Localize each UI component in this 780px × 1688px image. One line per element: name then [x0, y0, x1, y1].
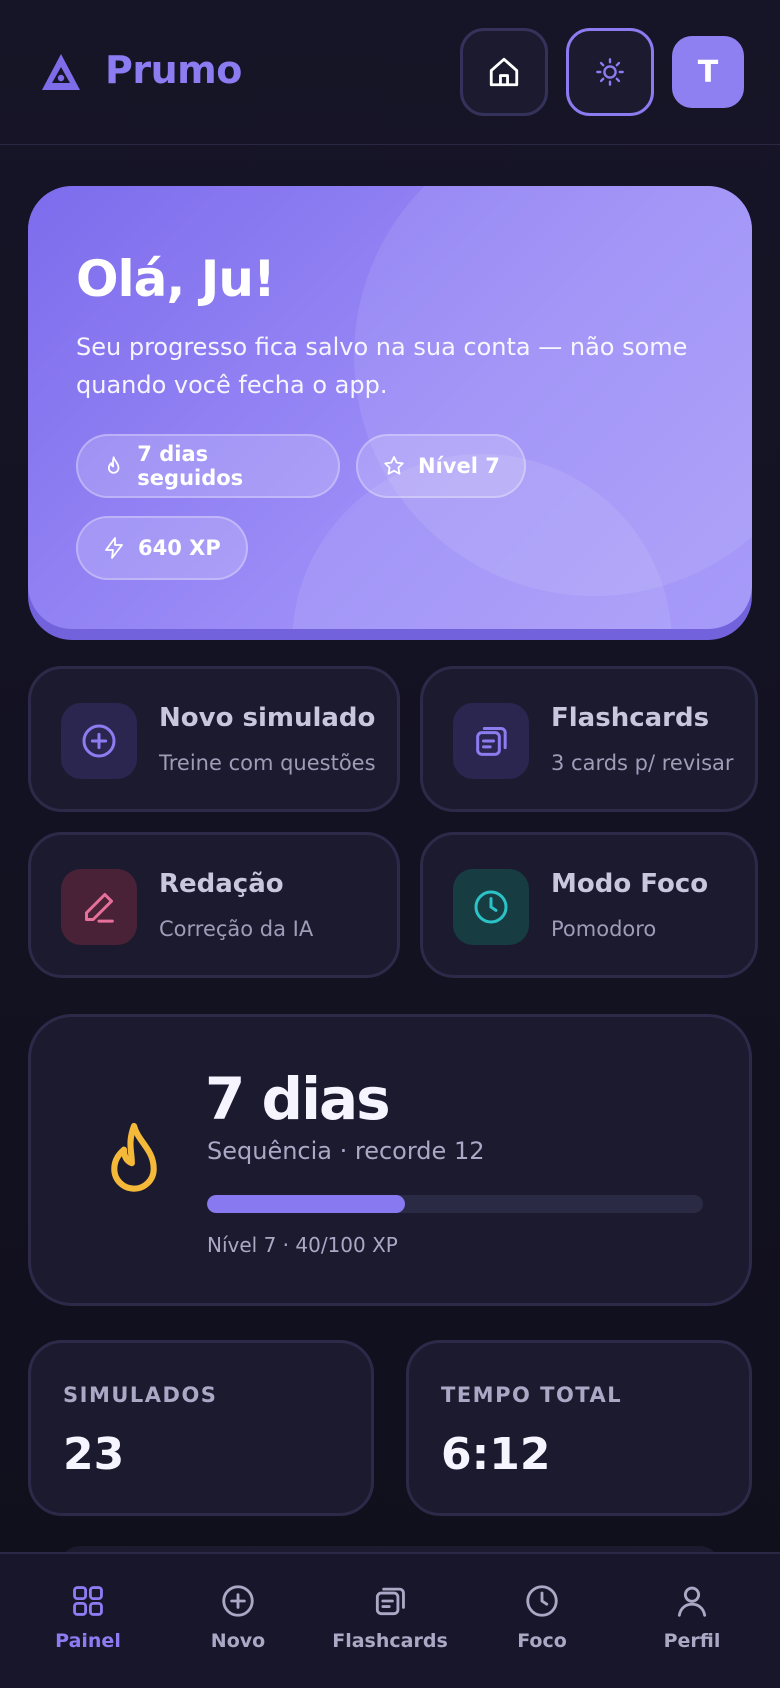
welcome-card: Olá, Ju! Seu progresso fica salvo na sua… [28, 186, 752, 640]
nav-label: Foco [517, 1630, 567, 1652]
welcome-card-surface: Olá, Ju! Seu progresso fica salvo na sua… [28, 186, 752, 629]
app-header: Prumo T [0, 0, 780, 145]
flashcards-card[interactable]: Flashcards 3 cards p/ revisar [420, 666, 758, 812]
new-simulation-subtitle: Treine com questões [159, 751, 376, 775]
clock-icon [526, 1585, 558, 1617]
level-pill-label: Nível 7 [418, 454, 500, 478]
streak-card: 7 dias Sequência · recorde 12 Nível 7 · … [28, 1014, 752, 1306]
focus-mode-title: Modo Foco [551, 869, 709, 899]
flame-icon [107, 456, 120, 474]
stat-simulations: SIMULADOS 23 [28, 1340, 374, 1516]
stat-total-time: TEMPO TOTAL 6:12 [406, 1340, 752, 1516]
stat-label: SIMULADOS [63, 1383, 218, 1407]
cards-icon [375, 1587, 405, 1616]
streak-days: 7 dias [205, 1065, 391, 1133]
bottom-navigation: Painel Novo Flashcards Foco Perfil [0, 1552, 780, 1688]
prumo-logo-icon [42, 54, 80, 90]
star-icon [384, 456, 404, 475]
nav-item-flashcards[interactable]: Flashcards [320, 1582, 460, 1652]
home-button[interactable] [460, 28, 548, 116]
focus-mode-card[interactable]: Modo Foco Pomodoro [420, 832, 758, 978]
new-simulation-title: Novo simulado [159, 703, 376, 733]
cards-icon [476, 727, 507, 756]
xp-pill: 640 XP [76, 516, 248, 580]
nav-item-novo[interactable]: Novo [168, 1582, 308, 1652]
plus-circle-icon [82, 724, 116, 758]
essay-title: Redação [159, 869, 284, 899]
nav-item-foco[interactable]: Foco [472, 1582, 612, 1652]
streak-pill-label: 7 dias seguidos [137, 442, 244, 490]
pencil-icon [85, 893, 114, 923]
bolt-icon [105, 537, 123, 559]
level-pill: Nível 7 [356, 434, 526, 498]
new-simulation-card[interactable]: Novo simulado Treine com questões [28, 666, 400, 812]
flashcards-title: Flashcards [551, 703, 710, 733]
nav-label: Painel [55, 1630, 121, 1652]
avatar[interactable]: T [672, 36, 744, 108]
nav-label: Flashcards [332, 1630, 448, 1652]
focus-mode-subtitle: Pomodoro [551, 917, 657, 941]
level-progress-text: Nível 7 · 40/100 XP [207, 1233, 398, 1257]
nav-label: Novo [210, 1630, 266, 1652]
stat-value: 6:12 [441, 1429, 551, 1480]
nav-item-painel[interactable]: Painel [18, 1582, 158, 1652]
xp-pill-label: 640 XP [138, 536, 221, 560]
user-icon [677, 1586, 707, 1617]
essay-card[interactable]: Redação Correção da IA [28, 832, 400, 978]
nav-label: Perfil [663, 1630, 721, 1652]
xp-progress-fill [207, 1195, 406, 1213]
nav-item-perfil[interactable]: Perfil [622, 1582, 762, 1652]
stat-label: TEMPO TOTAL [441, 1383, 623, 1407]
focus-mode-icon-box [453, 869, 529, 945]
xp-progress-bar [207, 1195, 703, 1213]
flame-icon [111, 1122, 157, 1192]
streak-pill: 7 dias seguidos [76, 434, 340, 498]
dashboard-page: Prumo T Olá, Ju! Seu progresso fica salv… [0, 0, 780, 1688]
grid-icon [73, 1586, 103, 1616]
new-simulation-icon-box [61, 703, 137, 779]
essay-subtitle: Correção da IA [159, 917, 314, 941]
flashcards-subtitle: 3 cards p/ revisar [551, 751, 734, 775]
greeting-subtitle: Seu progresso fica salvo na sua conta — … [76, 333, 688, 399]
home-icon [489, 57, 519, 87]
sun-icon [596, 58, 624, 86]
essay-icon-box [61, 869, 137, 945]
greeting-title: Olá, Ju! [76, 250, 276, 308]
theme-toggle-button[interactable] [566, 28, 654, 116]
brand-name: Prumo [105, 48, 242, 92]
flashcards-icon-box [453, 703, 529, 779]
stat-value: 23 [63, 1429, 125, 1480]
plus-circle-icon [222, 1585, 254, 1617]
clock-icon [474, 890, 508, 924]
streak-record: Sequência · recorde 12 [207, 1137, 485, 1165]
